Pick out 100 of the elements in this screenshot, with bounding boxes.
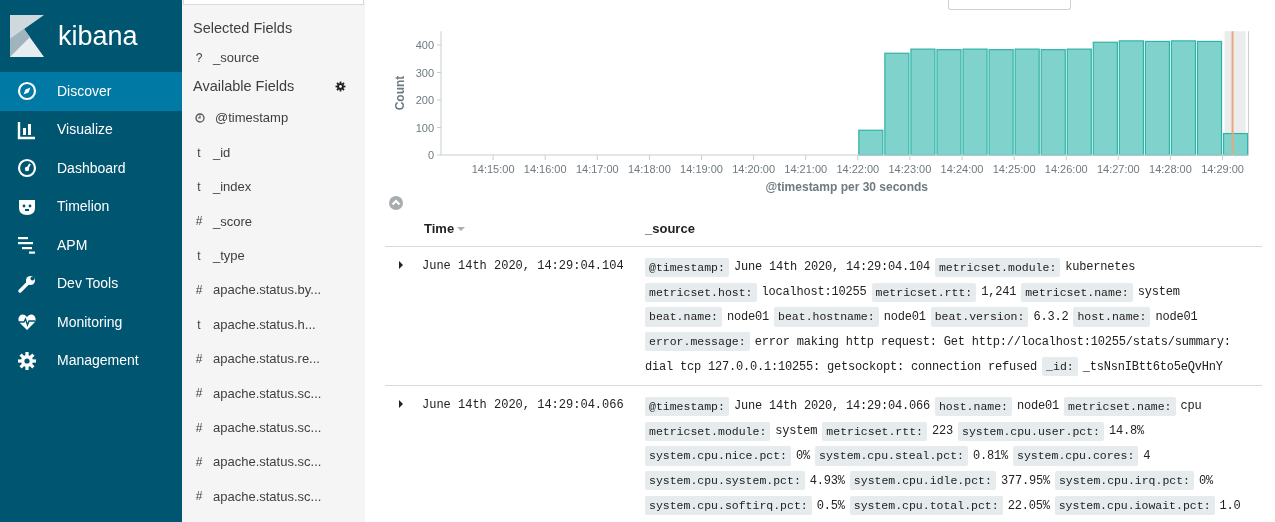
lines-icon <box>17 235 37 256</box>
field-value: system <box>775 423 818 441</box>
tick-label: 14:19:00 <box>680 163 723 175</box>
field-type: # <box>195 454 203 472</box>
nav-item[interactable]: Dashboard <box>0 149 182 188</box>
compass-icon <box>17 81 37 102</box>
field-item[interactable]: # _score <box>193 204 365 239</box>
field-type: t <box>196 316 202 334</box>
tick-label: 300 <box>415 66 434 79</box>
field-item[interactable]: t _index <box>193 169 365 205</box>
histogram-bar[interactable] <box>884 52 910 156</box>
tick-label: 14:20:00 <box>732 163 776 175</box>
field-key: system.cpu.system.pct: <box>645 471 805 491</box>
expand-caret-icon[interactable] <box>398 400 404 408</box>
field-item[interactable]: ? _source <box>193 43 365 72</box>
field-item[interactable]: t _type <box>193 238 365 273</box>
tick-label: 400 <box>415 39 434 51</box>
heart-pulse-icon <box>17 312 37 333</box>
expand-caret-icon[interactable] <box>398 261 404 269</box>
field-value: 1.0 <box>1219 497 1241 515</box>
histogram-bar[interactable] <box>1040 49 1066 156</box>
column-header[interactable]: Time <box>424 218 455 239</box>
nav-item[interactable]: Discover <box>0 72 182 111</box>
histogram-bar[interactable] <box>858 129 884 156</box>
field-key: system.cpu.idle.pct: <box>849 471 996 491</box>
field-value: system <box>1137 284 1180 302</box>
histogram-bar[interactable] <box>988 49 1014 156</box>
field-value: 4.93% <box>809 472 845 490</box>
nav-item[interactable]: Management <box>0 341 182 380</box>
settings-icon[interactable] <box>335 81 346 92</box>
field-value: 22.05% <box>1007 497 1050 515</box>
field-value: 0% <box>1199 472 1214 490</box>
histogram-bar[interactable] <box>1170 40 1197 156</box>
clock-icon <box>195 113 205 124</box>
field-item[interactable]: t _id <box>193 135 365 170</box>
field-item[interactable]: # apache.status.by... <box>193 272 365 308</box>
histogram-bar[interactable] <box>1222 132 1249 156</box>
histogram-bar[interactable] <box>936 49 962 156</box>
tick-label: 14:29:00 <box>1201 163 1244 175</box>
section-title: Selected Fields <box>193 18 294 38</box>
field-item[interactable]: # apache.status.sc... <box>193 410 365 445</box>
input-field[interactable] <box>183 0 364 5</box>
column-header[interactable]: _source <box>645 218 695 239</box>
nav-item[interactable]: Monitoring <box>0 303 182 342</box>
nav-item[interactable]: APM <box>0 226 182 265</box>
field-type: # <box>195 419 203 437</box>
time-cell-text: June 14th 2020, 14:29:04.066 <box>422 397 624 414</box>
field-item[interactable]: t apache.status.h... <box>193 307 365 342</box>
axis-title: @timestamp per 30 seconds <box>765 180 928 194</box>
histogram-bar[interactable] <box>1118 40 1144 156</box>
tick-label: 14:26:00 <box>1044 163 1088 175</box>
field-key: metricset.name: <box>1021 282 1133 302</box>
nav-item[interactable]: Dev Tools <box>0 264 182 303</box>
field-key: beat.hostname: <box>774 307 879 327</box>
field-type: # <box>195 282 203 300</box>
field-item[interactable]: # apache.status.sc... <box>193 376 365 411</box>
bar-chart-icon <box>17 119 37 140</box>
nav-item[interactable]: Timelion <box>0 187 182 226</box>
settings-icon <box>17 350 37 371</box>
tick-label: 14:28:00 <box>1149 163 1192 175</box>
nav-item[interactable]: Visualize <box>0 110 182 149</box>
field-key: beat.version: <box>930 307 1029 327</box>
collapse-icon[interactable] <box>388 195 404 211</box>
field-value: _tsNsnIBtt6to5eQvHnY <box>1082 358 1223 376</box>
tick-label: 100 <box>415 121 434 134</box>
histogram-bar[interactable] <box>1144 40 1171 156</box>
field-item[interactable]: # apache.status.sc... <box>193 479 365 514</box>
field-key: host.name: <box>934 396 1012 416</box>
field-item[interactable]: @timestamp <box>193 101 365 136</box>
histogram-bar[interactable] <box>962 48 988 156</box>
histogram-bar[interactable] <box>1092 41 1118 156</box>
histogram-bar[interactable] <box>910 48 936 156</box>
field-type: # <box>195 488 203 506</box>
field-key: system.cpu.nice.pct: <box>645 446 792 466</box>
kibana-logo-icon <box>10 15 44 57</box>
field-key: @timestamp: <box>645 396 729 416</box>
histogram-bar[interactable] <box>1066 48 1092 156</box>
field-value: node01 <box>1155 309 1198 326</box>
histogram-bar[interactable] <box>1196 40 1223 156</box>
tick-label: 14:15:00 <box>471 163 515 175</box>
tick-label: 14:24:00 <box>940 163 984 175</box>
tick-label: 14:23:00 <box>888 163 932 175</box>
sort-caret-icon[interactable] <box>456 225 467 232</box>
field-value: cpu <box>1180 398 1202 416</box>
gauge-icon <box>17 158 37 179</box>
field-type: # <box>195 385 203 403</box>
input-field[interactable] <box>948 0 1071 10</box>
field-value: 377.95% <box>1000 472 1050 490</box>
field-value: node01 <box>1017 398 1059 416</box>
field-key: metricset.name: <box>1064 396 1176 416</box>
tick-label: 200 <box>415 94 434 106</box>
field-item[interactable]: # apache.status.sc... <box>193 444 365 480</box>
field-item[interactable]: # apache.status.re... <box>193 341 365 377</box>
wrench-icon <box>17 273 37 294</box>
histogram-bar[interactable] <box>1014 48 1040 156</box>
field-key: system.cpu.cores: <box>1013 446 1139 466</box>
field-value: 14.8% <box>1109 423 1145 441</box>
field-value: node01 <box>727 309 770 326</box>
field-key: system.cpu.user.pct: <box>958 421 1104 441</box>
field-type: # <box>195 350 203 368</box>
